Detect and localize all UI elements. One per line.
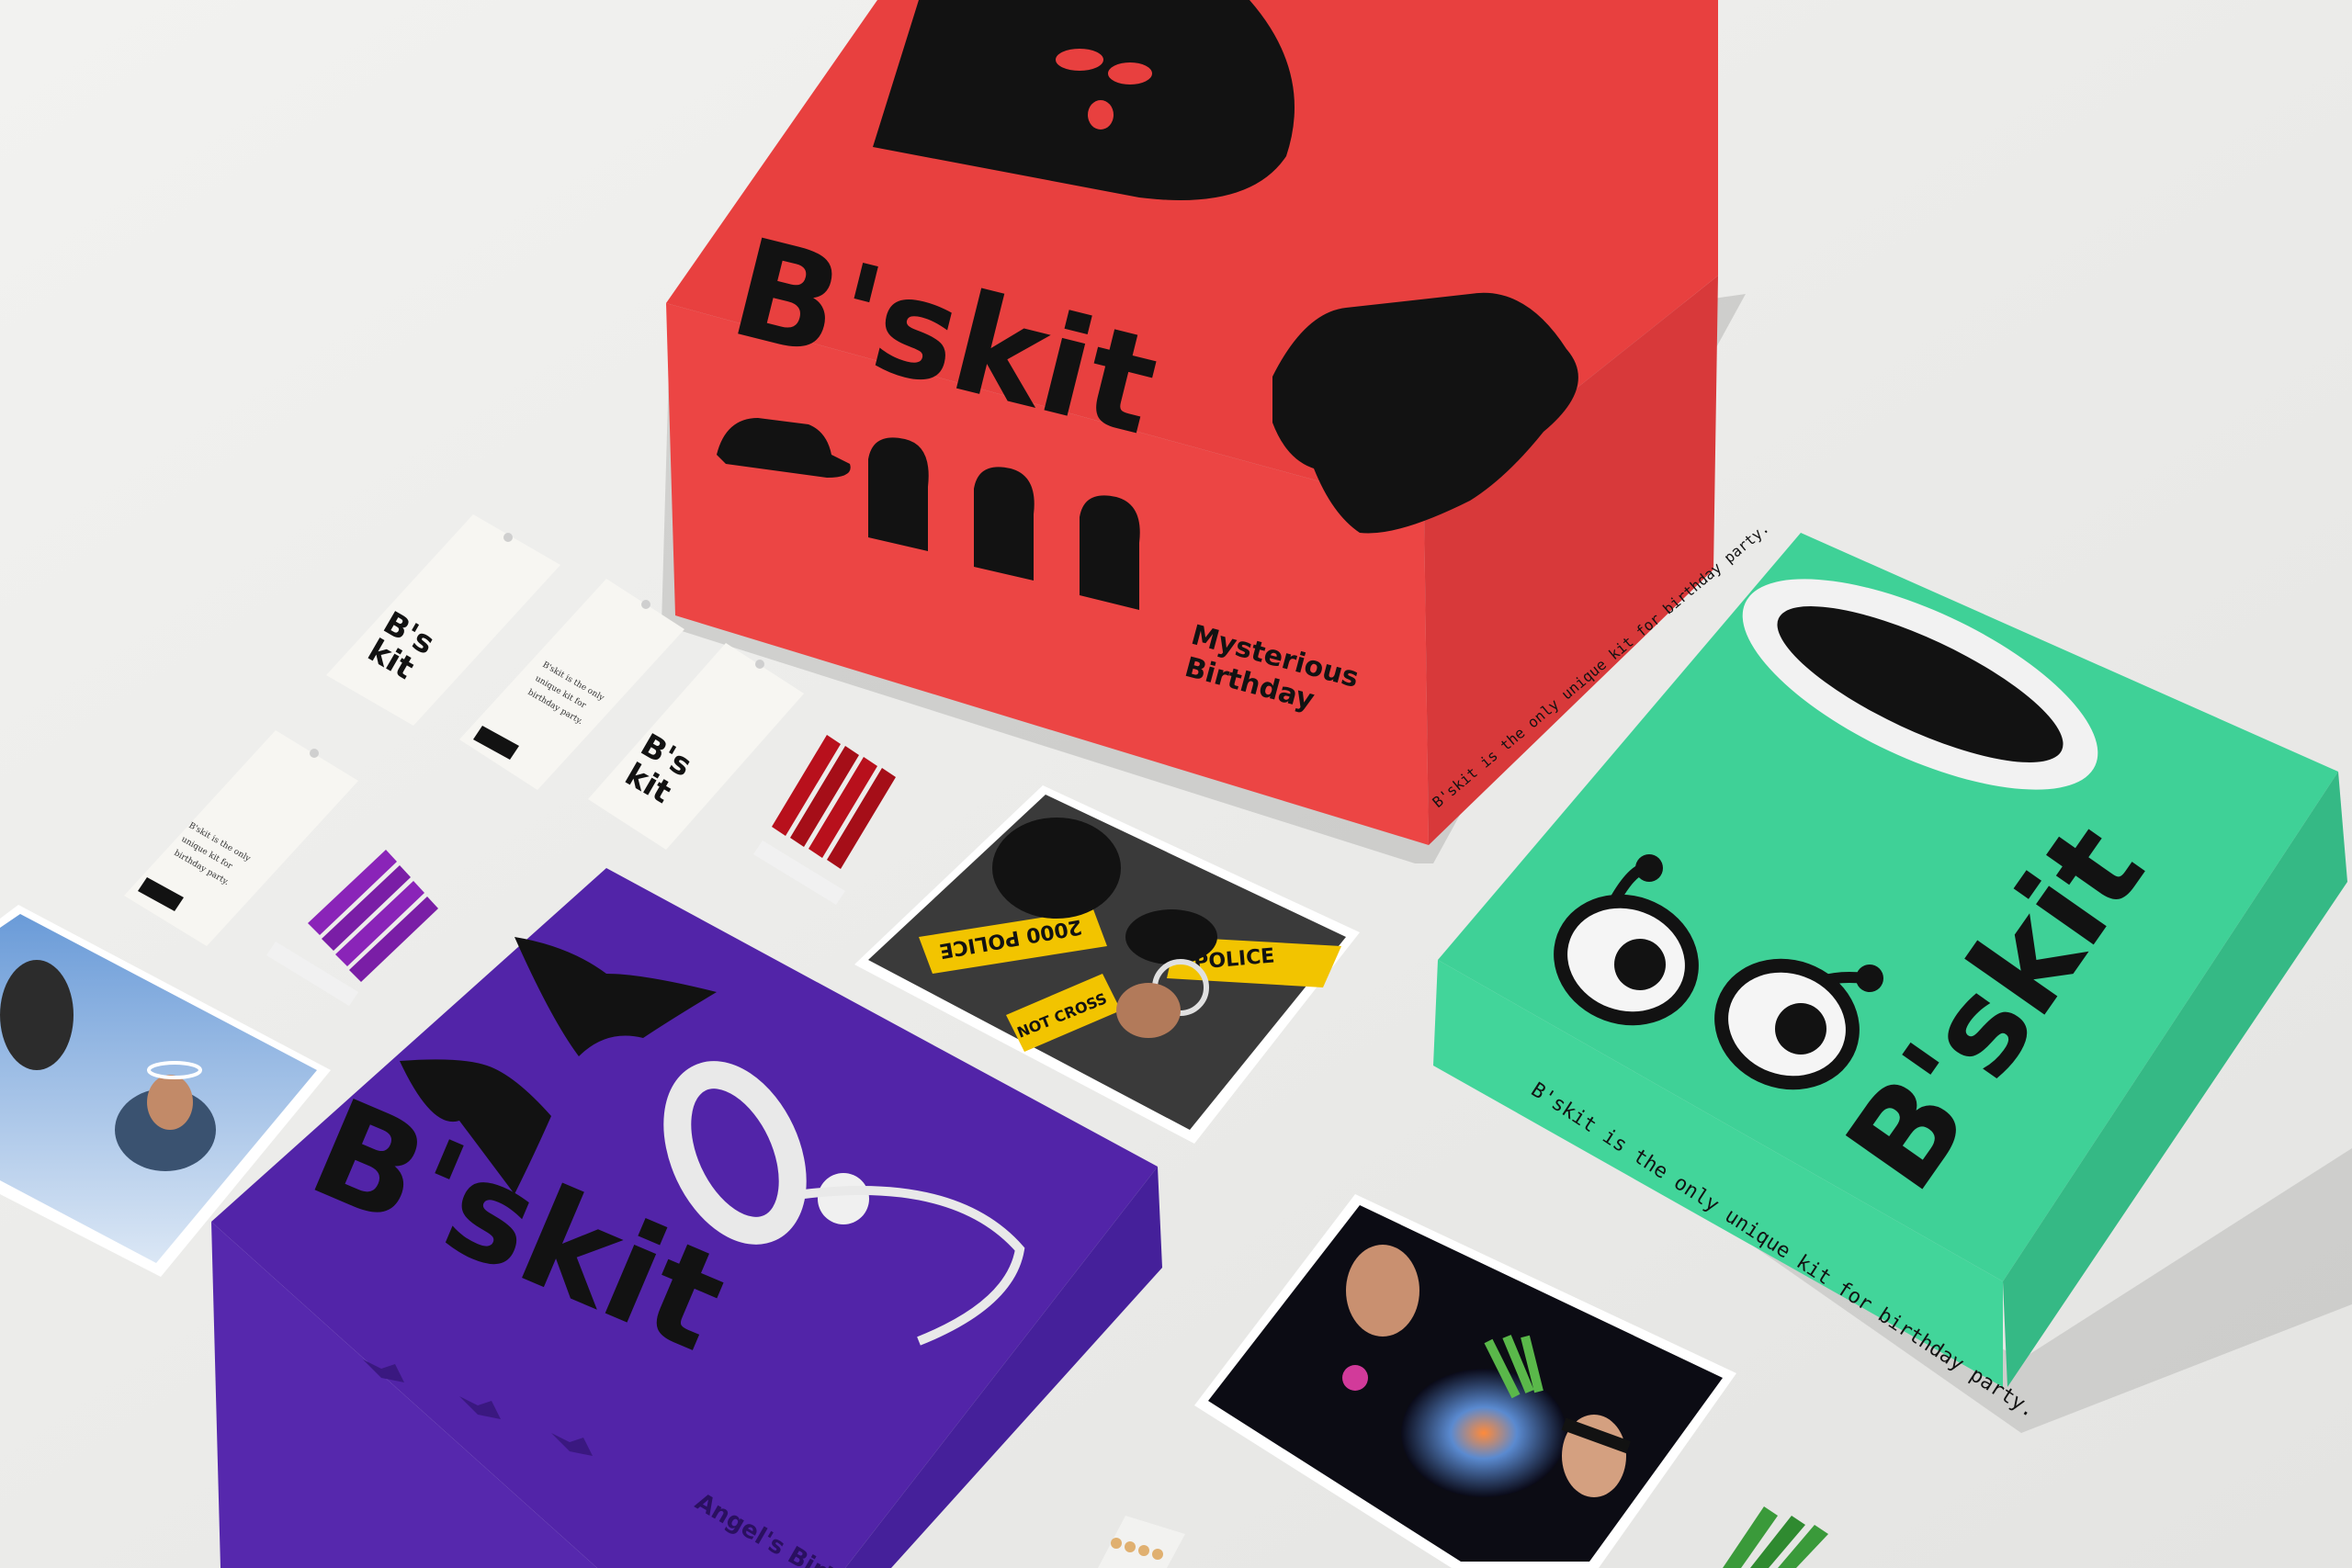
mask-small-icon xyxy=(1080,495,1140,610)
bug-eyes-small-icon xyxy=(1342,1365,1368,1391)
mask-mouth-icon xyxy=(1088,100,1114,130)
product-scene: B'skit Mysterious Birthday B'skit is the… xyxy=(0,0,2352,1568)
photo-masked-figure-icon xyxy=(992,818,1121,919)
photo-person-face-icon xyxy=(1346,1245,1419,1337)
eye-left-pupil-icon xyxy=(1614,939,1666,990)
photo-person-2-icon xyxy=(0,960,74,1070)
tag-hole xyxy=(641,600,650,609)
tag-hole xyxy=(503,533,513,542)
match-head-icon xyxy=(1138,1545,1149,1556)
antenna-right-tip-icon xyxy=(1856,964,1883,992)
match-head-icon xyxy=(1125,1541,1136,1552)
photo-person-face-icon xyxy=(147,1075,193,1130)
mask-small-icon xyxy=(974,467,1035,581)
photo-detective-hat-icon xyxy=(1125,909,1217,964)
mask-eye-right-icon xyxy=(1108,62,1152,85)
tag-hole xyxy=(310,749,319,758)
antenna-left-tip-icon xyxy=(1635,854,1663,882)
match-head-icon xyxy=(1111,1538,1122,1549)
match-head-icon xyxy=(1152,1549,1163,1560)
tag-hole xyxy=(755,660,764,669)
halo-bead-icon xyxy=(818,1173,869,1224)
photo-detective-face-icon xyxy=(1116,983,1181,1038)
mask-eye-left-icon xyxy=(1056,49,1103,71)
eye-right-pupil-icon xyxy=(1775,1003,1826,1055)
mask-small-icon xyxy=(868,437,929,551)
